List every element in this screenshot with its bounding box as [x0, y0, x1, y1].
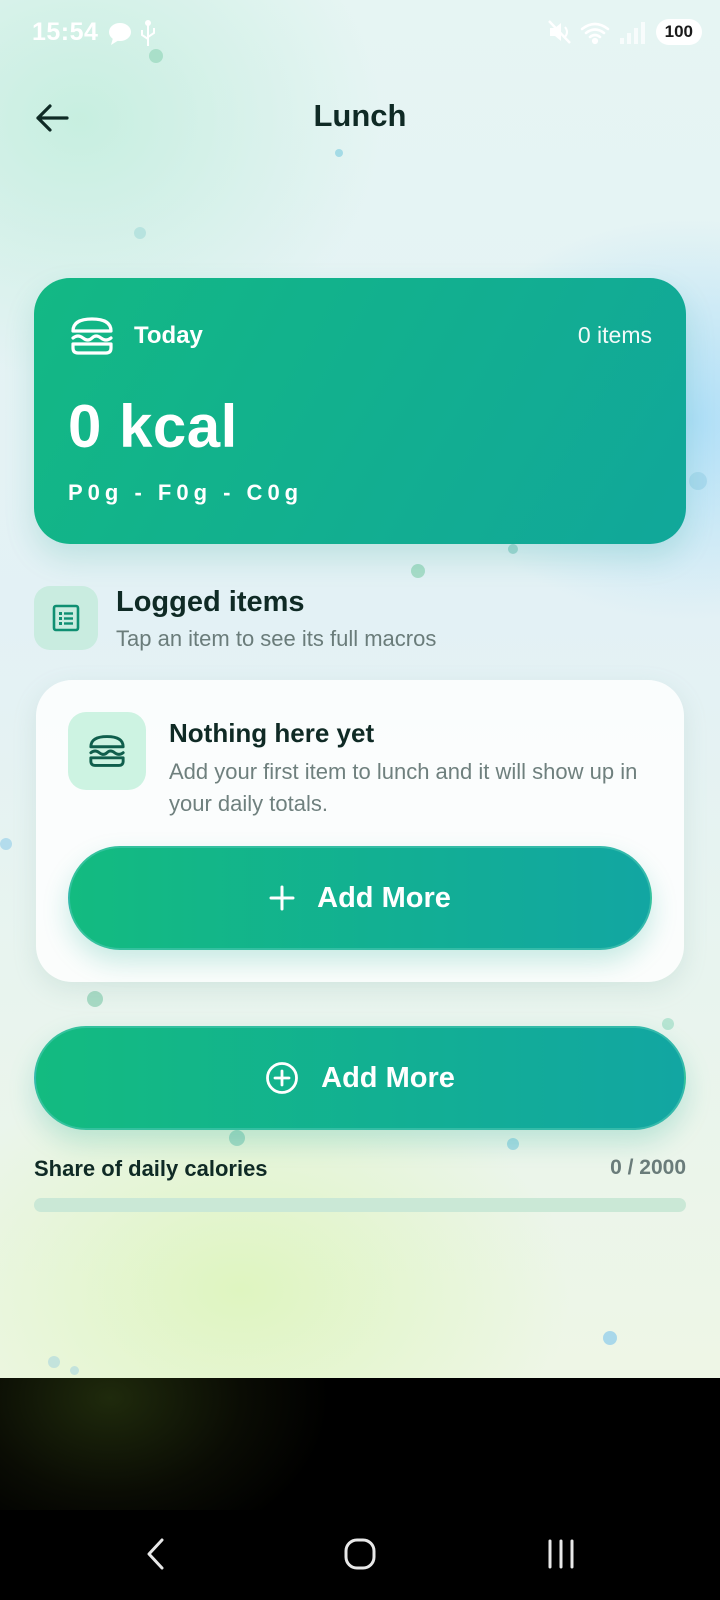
logged-items-icon-box — [34, 586, 98, 650]
usb-icon — [141, 20, 155, 46]
summary-kcal: 0 kcal — [68, 393, 238, 460]
add-more-label: Add More — [317, 881, 451, 914]
daily-share-value: 0 / 2000 — [610, 1156, 686, 1179]
decor-dot — [48, 1356, 60, 1368]
meal-summary-card: Today 0 items 0 kcal P0g - F0g - C0g — [34, 278, 686, 544]
decor-dot — [134, 227, 146, 239]
nav-back-button[interactable] — [122, 1524, 192, 1584]
decor-dot — [229, 1130, 245, 1146]
nav-recents-button[interactable] — [526, 1524, 596, 1584]
status-time: 15:54 — [32, 18, 99, 46]
list-icon — [52, 604, 80, 632]
empty-state-title: Nothing here yet — [169, 718, 375, 748]
burger-icon — [70, 316, 114, 361]
empty-state-body: Add your first item to lunch and it will… — [169, 759, 638, 816]
nav-home-button[interactable] — [325, 1524, 395, 1584]
empty-state-icon-box — [68, 712, 146, 790]
chat-bubble-icon — [109, 23, 131, 45]
decor-dot — [335, 149, 343, 157]
status-left-icons — [108, 20, 158, 53]
decor-dot — [0, 838, 12, 850]
logged-items-title: Logged items — [116, 586, 305, 618]
add-more-label: Add More — [321, 1061, 455, 1094]
decor-dot — [603, 1331, 617, 1345]
mute-icon — [547, 20, 571, 44]
plus-icon — [269, 885, 295, 911]
decor-dot — [87, 991, 103, 1007]
daily-share-label: Share of daily calories — [34, 1156, 268, 1181]
page-title: Lunch — [313, 98, 407, 133]
add-more-button[interactable]: Add More — [34, 1026, 686, 1130]
daily-share-row: Share of daily calories 0 / 2000 — [34, 1156, 686, 1190]
app-screen: 15:54 100 Lunch Today 0 items 0 kcal P0g… — [0, 0, 720, 1378]
summary-macros: P0g - F0g - C0g — [68, 480, 304, 505]
summary-item-count: 0 items — [577, 322, 652, 348]
status-right: 100 — [546, 18, 702, 46]
recents-nav-icon — [548, 1539, 574, 1569]
decor-dot — [70, 1366, 79, 1375]
decor-dot — [508, 544, 518, 554]
logged-items-subtitle: Tap an item to see its full macros — [116, 626, 437, 651]
home-nav-icon — [344, 1538, 376, 1570]
system-nav-bar — [0, 1510, 720, 1600]
empty-state-card: Nothing here yet Add your first item to … — [36, 680, 684, 982]
burger-icon — [89, 735, 125, 767]
app-header: Lunch — [0, 88, 720, 148]
daily-share-progress — [34, 1198, 686, 1212]
wifi-icon — [580, 22, 609, 45]
decor-dot — [507, 1138, 519, 1150]
decor-dot — [662, 1018, 674, 1030]
signal-icon — [619, 22, 645, 44]
plus-circle-icon — [266, 1062, 299, 1094]
add-more-button-inline[interactable]: Add More — [68, 846, 652, 950]
battery-indicator: 100 — [655, 19, 702, 45]
logged-items-header: Logged items Tap an item to see its full… — [34, 586, 686, 656]
decor-dot — [411, 564, 425, 578]
status-bar: 15:54 100 — [0, 0, 720, 68]
back-nav-icon — [147, 1538, 164, 1570]
decor-dot — [689, 472, 707, 490]
summary-day-label: Today — [134, 322, 203, 349]
